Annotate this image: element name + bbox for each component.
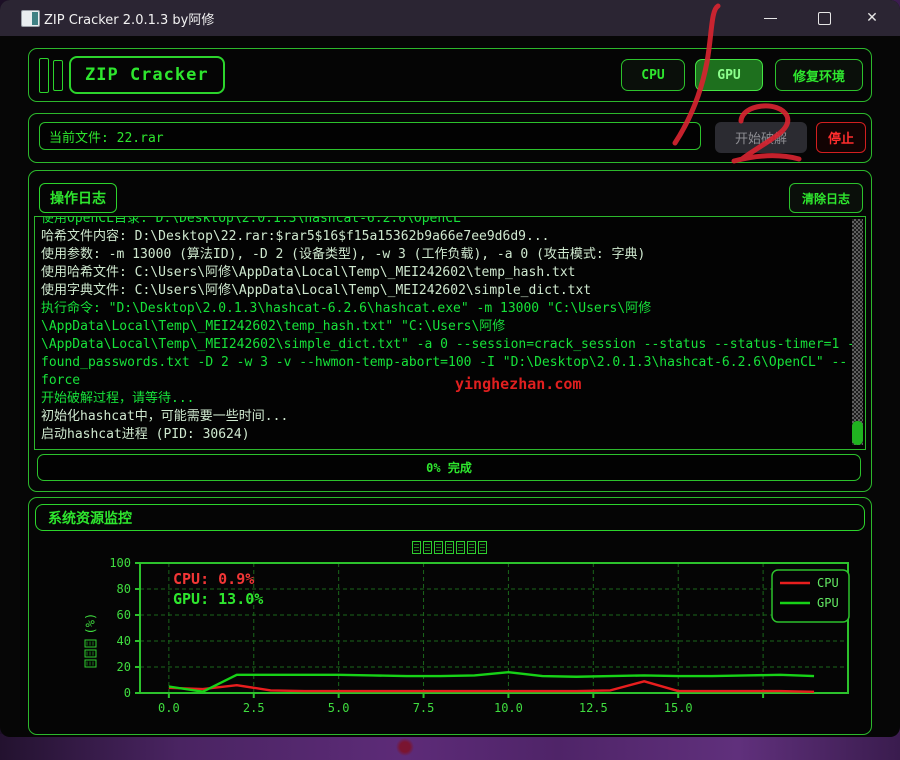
start-crack-button[interactable]: 开始破解 [715, 122, 807, 153]
log-line: 启动hashcat进程 (PID: 30624) [41, 426, 865, 444]
log-line: 执行命令: "D:\Desktop\2.0.1.3\hashcat-6.2.6\… [41, 300, 865, 318]
current-file-field[interactable]: 当前文件: 22.rar [39, 122, 701, 150]
log-section: 操作日志 清除日志 使用OpenCL目录: D:\Desktop\2.0.1.3… [28, 170, 872, 492]
log-line: 初始化hashcat中，可能需要一些时间... [41, 408, 865, 426]
clear-log-button[interactable]: 清除日志 [789, 183, 863, 213]
log-line: force [41, 372, 865, 390]
header-section: ZIP Cracker CPU GPU 修复环境 [28, 48, 872, 102]
watermark-text: yinghezhan.com [455, 375, 581, 393]
y-tick-label: 40 [117, 634, 131, 648]
progress-bar: 0% 完成 [37, 454, 861, 481]
y-tick-label: 20 [117, 660, 131, 674]
log-scrollbar[interactable] [852, 219, 863, 445]
log-line: 使用哈希文件: C:\Users\阿修\AppData\Local\Temp\_… [41, 264, 865, 282]
repair-env-button[interactable]: 修复环境 [775, 59, 863, 91]
log-line: 使用字典文件: C:\Users\阿修\AppData\Local\Temp\_… [41, 282, 865, 300]
app-window: ZIP Cracker 2.0.1.3 by阿修 ✕ ZIP Cracker C… [0, 0, 900, 737]
log-line: \AppData\Local\Temp\_MEI242602\temp_hash… [41, 318, 865, 336]
chart-annotation: CPU: 0.9% [173, 570, 254, 588]
log-lines: 使用OpenCL目录: D:\Desktop\2.0.1.3\hashcat-6… [41, 216, 865, 444]
y-tick-label: 0 [124, 686, 131, 700]
log-section-label: 操作日志 [39, 183, 117, 213]
gpu-mode-button[interactable]: GPU [695, 59, 763, 91]
logo-icon [39, 58, 63, 93]
legend-label: CPU [817, 576, 839, 590]
x-tick-label: 5.0 [328, 701, 350, 715]
close-icon: ✕ [866, 10, 878, 26]
log-line: 使用参数: -m 13000 (算法ID), -D 2 (设备类型), -w 3… [41, 246, 865, 264]
app-icon [21, 10, 40, 27]
legend-label: GPU [817, 596, 839, 610]
file-section: 当前文件: 22.rar 开始破解 停止 [28, 113, 872, 163]
y-tick-label: 80 [117, 582, 131, 596]
close-button[interactable]: ✕ [852, 0, 892, 36]
x-tick-label: 0.0 [158, 701, 180, 715]
maximize-button[interactable] [804, 0, 844, 36]
chart-annotation: GPU: 13.0% [173, 590, 263, 608]
titlebar[interactable]: ZIP Cracker 2.0.1.3 by阿修 ✕ [0, 0, 900, 36]
minimize-button[interactable] [750, 0, 790, 36]
cpu-mode-button[interactable]: CPU [621, 59, 685, 91]
log-line: 开始破解过程，请等待... [41, 390, 865, 408]
log-line: 哈希文件内容: D:\Desktop\22.rar:$rar5$16$f15a1… [41, 228, 865, 246]
window-title: ZIP Cracker 2.0.1.3 by阿修 [44, 9, 214, 28]
monitor-label-box: 系统资源监控 [35, 504, 865, 531]
monitor-section-label: 系统资源监控 [48, 508, 132, 528]
log-line: \AppData\Local\Temp\_MEI242602\simple_di… [41, 336, 865, 354]
minimize-icon [764, 18, 777, 19]
desktop-background [0, 734, 900, 760]
maximize-icon [818, 12, 831, 25]
x-tick-label: 7.5 [413, 701, 435, 715]
log-line: 使用OpenCL目录: D:\Desktop\2.0.1.3\hashcat-6… [41, 216, 865, 228]
x-tick-label: 2.5 [243, 701, 265, 715]
resource-usage-chart: 0.0 2.5 5.0 7.5 10.0 12.5 15.0 0 20 40 60 80 100 CPU:… [28, 537, 872, 737]
log-scrollbar-thumb[interactable] [852, 421, 863, 445]
x-tick-label: 10.0 [494, 701, 523, 715]
y-tick-label: 60 [117, 608, 131, 622]
stop-button[interactable]: 停止 [816, 122, 866, 153]
log-output[interactable]: 使用OpenCL目录: D:\Desktop\2.0.1.3\hashcat-6… [34, 216, 866, 450]
y-tick-label: 100 [109, 556, 131, 570]
series-line-cpu [169, 681, 814, 692]
x-tick-label: 12.5 [579, 701, 608, 715]
log-line: found_passwords.txt -D 2 -w 3 -v --hwmon… [41, 354, 865, 372]
x-tick-label: 15.0 [664, 701, 693, 715]
brand-badge: ZIP Cracker [69, 56, 225, 94]
